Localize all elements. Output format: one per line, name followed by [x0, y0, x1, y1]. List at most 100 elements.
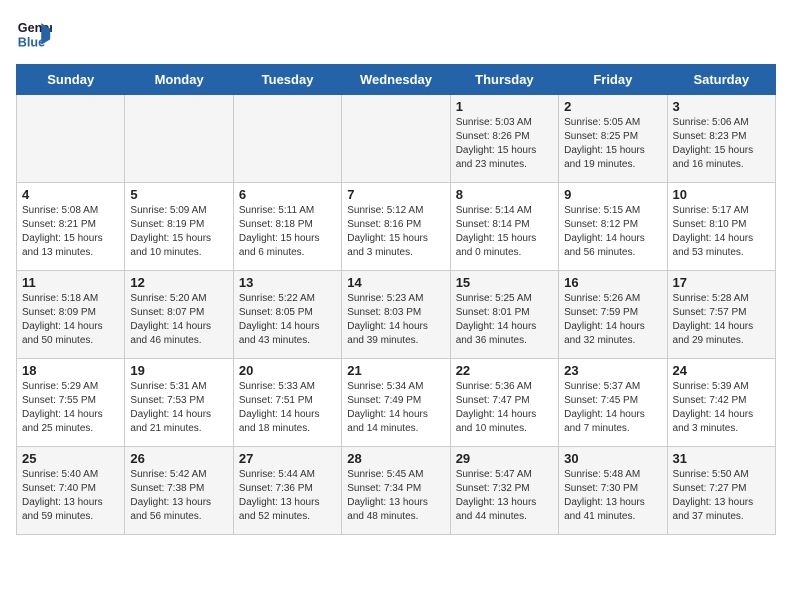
header-cell-wednesday: Wednesday [342, 65, 450, 95]
cell-content: Sunrise: 5:17 AM Sunset: 8:10 PM Dayligh… [673, 204, 770, 260]
cell-content: Sunrise: 5:50 AM Sunset: 7:27 PM Dayligh… [673, 468, 770, 524]
cell-content: Sunrise: 5:37 AM Sunset: 7:45 PM Dayligh… [564, 380, 661, 436]
day-number: 27 [239, 451, 336, 466]
calendar-cell: 24 Sunrise: 5:39 AM Sunset: 7:42 PM Dayli… [667, 359, 775, 447]
cell-content: Sunrise: 5:40 AM Sunset: 7:40 PM Dayligh… [22, 468, 119, 524]
calendar-cell: 9 Sunrise: 5:15 AM Sunset: 8:12 PM Daylig… [559, 183, 667, 271]
day-number: 28 [347, 451, 444, 466]
calendar-cell [233, 95, 341, 183]
day-number: 19 [130, 363, 227, 378]
calendar-cell [17, 95, 125, 183]
calendar-cell: 31 Sunrise: 5:50 AM Sunset: 7:27 PM Dayli… [667, 447, 775, 535]
cell-content: Sunrise: 5:44 AM Sunset: 7:36 PM Dayligh… [239, 468, 336, 524]
day-number: 25 [22, 451, 119, 466]
cell-content: Sunrise: 5:25 AM Sunset: 8:01 PM Dayligh… [456, 292, 553, 348]
page-header: General Blue [16, 16, 776, 52]
day-number: 10 [673, 187, 770, 202]
calendar-cell: 14Sunrise: 5:23 AM Sunset: 8:03 PM Dayli… [342, 271, 450, 359]
day-number: 3 [673, 99, 770, 114]
calendar-cell: 7 Sunrise: 5:12 AM Sunset: 8:16 PM Daylig… [342, 183, 450, 271]
header-cell-tuesday: Tuesday [233, 65, 341, 95]
calendar-cell: 26 Sunrise: 5:42 AM Sunset: 7:38 PM Dayli… [125, 447, 233, 535]
calendar-cell: 19 Sunrise: 5:31 AM Sunset: 7:53 PM Dayli… [125, 359, 233, 447]
calendar-cell: 23 Sunrise: 5:37 AM Sunset: 7:45 PM Dayli… [559, 359, 667, 447]
day-number: 14 [347, 275, 444, 290]
calendar-cell: 13Sunrise: 5:22 AM Sunset: 8:05 PM Dayli… [233, 271, 341, 359]
day-number: 29 [456, 451, 553, 466]
cell-content: Sunrise: 5:33 AM Sunset: 7:51 PM Dayligh… [239, 380, 336, 436]
cell-content: Sunrise: 5:03 AM Sunset: 8:26 PM Dayligh… [456, 116, 553, 172]
cell-content: Sunrise: 5:15 AM Sunset: 8:12 PM Dayligh… [564, 204, 661, 260]
day-number: 17 [673, 275, 770, 290]
cell-content: Sunrise: 5:34 AM Sunset: 7:49 PM Dayligh… [347, 380, 444, 436]
calendar-cell: 27 Sunrise: 5:44 AM Sunset: 7:36 PM Dayli… [233, 447, 341, 535]
day-number: 30 [564, 451, 661, 466]
week-row-1: 1 Sunrise: 5:03 AM Sunset: 8:26 PM Daylig… [17, 95, 776, 183]
calendar-cell: 20 Sunrise: 5:33 AM Sunset: 7:51 PM Dayli… [233, 359, 341, 447]
day-number: 1 [456, 99, 553, 114]
calendar-cell: 16 Sunrise: 5:26 AM Sunset: 7:59 PM Dayli… [559, 271, 667, 359]
calendar-cell: 29 Sunrise: 5:47 AM Sunset: 7:32 PM Dayli… [450, 447, 558, 535]
day-number: 12 [130, 275, 227, 290]
header-cell-thursday: Thursday [450, 65, 558, 95]
calendar-cell: 6Sunrise: 5:11 AM Sunset: 8:18 PM Daylig… [233, 183, 341, 271]
calendar-cell: 3Sunrise: 5:06 AM Sunset: 8:23 PM Daylig… [667, 95, 775, 183]
cell-content: Sunrise: 5:45 AM Sunset: 7:34 PM Dayligh… [347, 468, 444, 524]
cell-content: Sunrise: 5:12 AM Sunset: 8:16 PM Dayligh… [347, 204, 444, 260]
calendar-cell: 15 Sunrise: 5:25 AM Sunset: 8:01 PM Dayli… [450, 271, 558, 359]
calendar-cell: 21 Sunrise: 5:34 AM Sunset: 7:49 PM Dayli… [342, 359, 450, 447]
cell-content: Sunrise: 5:48 AM Sunset: 7:30 PM Dayligh… [564, 468, 661, 524]
cell-content: Sunrise: 5:36 AM Sunset: 7:47 PM Dayligh… [456, 380, 553, 436]
day-number: 11 [22, 275, 119, 290]
calendar-cell: 28 Sunrise: 5:45 AM Sunset: 7:34 PM Dayli… [342, 447, 450, 535]
day-number: 31 [673, 451, 770, 466]
cell-content: Sunrise: 5:28 AM Sunset: 7:57 PM Dayligh… [673, 292, 770, 348]
day-number: 22 [456, 363, 553, 378]
cell-content: Sunrise: 5:39 AM Sunset: 7:42 PM Dayligh… [673, 380, 770, 436]
calendar-cell [125, 95, 233, 183]
calendar-cell: 2Sunrise: 5:05 AM Sunset: 8:25 PM Daylig… [559, 95, 667, 183]
header-cell-sunday: Sunday [17, 65, 125, 95]
calendar-cell: 5Sunrise: 5:09 AM Sunset: 8:19 PM Daylig… [125, 183, 233, 271]
calendar-cell: 17 Sunrise: 5:28 AM Sunset: 7:57 PM Dayli… [667, 271, 775, 359]
day-number: 24 [673, 363, 770, 378]
week-row-3: 11 Sunrise: 5:18 AM Sunset: 8:09 PM Dayli… [17, 271, 776, 359]
day-number: 9 [564, 187, 661, 202]
calendar-cell: 1 Sunrise: 5:03 AM Sunset: 8:26 PM Daylig… [450, 95, 558, 183]
calendar-cell: 18 Sunrise: 5:29 AM Sunset: 7:55 PM Dayli… [17, 359, 125, 447]
week-row-5: 25 Sunrise: 5:40 AM Sunset: 7:40 PM Dayli… [17, 447, 776, 535]
day-number: 13 [239, 275, 336, 290]
logo: General Blue [16, 16, 52, 52]
day-number: 20 [239, 363, 336, 378]
cell-content: Sunrise: 5:14 AM Sunset: 8:14 PM Dayligh… [456, 204, 553, 260]
day-number: 18 [22, 363, 119, 378]
day-number: 23 [564, 363, 661, 378]
cell-content: Sunrise: 5:09 AM Sunset: 8:19 PM Dayligh… [130, 204, 227, 260]
calendar-cell: 11 Sunrise: 5:18 AM Sunset: 8:09 PM Dayli… [17, 271, 125, 359]
svg-text:Blue: Blue [18, 36, 45, 50]
day-number: 2 [564, 99, 661, 114]
week-row-4: 18 Sunrise: 5:29 AM Sunset: 7:55 PM Dayli… [17, 359, 776, 447]
day-number: 21 [347, 363, 444, 378]
logo-icon: General Blue [16, 16, 52, 52]
cell-content: Sunrise: 5:29 AM Sunset: 7:55 PM Dayligh… [22, 380, 119, 436]
header-cell-monday: Monday [125, 65, 233, 95]
cell-content: Sunrise: 5:31 AM Sunset: 7:53 PM Dayligh… [130, 380, 227, 436]
cell-content: Sunrise: 5:20 AM Sunset: 8:07 PM Dayligh… [130, 292, 227, 348]
cell-content: Sunrise: 5:47 AM Sunset: 7:32 PM Dayligh… [456, 468, 553, 524]
header-cell-saturday: Saturday [667, 65, 775, 95]
day-number: 26 [130, 451, 227, 466]
week-row-2: 4Sunrise: 5:08 AM Sunset: 8:21 PM Daylig… [17, 183, 776, 271]
cell-content: Sunrise: 5:26 AM Sunset: 7:59 PM Dayligh… [564, 292, 661, 348]
day-number: 7 [347, 187, 444, 202]
calendar-cell: 25 Sunrise: 5:40 AM Sunset: 7:40 PM Dayli… [17, 447, 125, 535]
cell-content: Sunrise: 5:18 AM Sunset: 8:09 PM Dayligh… [22, 292, 119, 348]
day-number: 8 [456, 187, 553, 202]
day-number: 16 [564, 275, 661, 290]
cell-content: Sunrise: 5:42 AM Sunset: 7:38 PM Dayligh… [130, 468, 227, 524]
calendar-cell: 12 Sunrise: 5:20 AM Sunset: 8:07 PM Dayli… [125, 271, 233, 359]
calendar-cell: 22 Sunrise: 5:36 AM Sunset: 7:47 PM Dayli… [450, 359, 558, 447]
calendar-cell: 30 Sunrise: 5:48 AM Sunset: 7:30 PM Dayli… [559, 447, 667, 535]
day-number: 15 [456, 275, 553, 290]
calendar-cell: 8 Sunrise: 5:14 AM Sunset: 8:14 PM Daylig… [450, 183, 558, 271]
